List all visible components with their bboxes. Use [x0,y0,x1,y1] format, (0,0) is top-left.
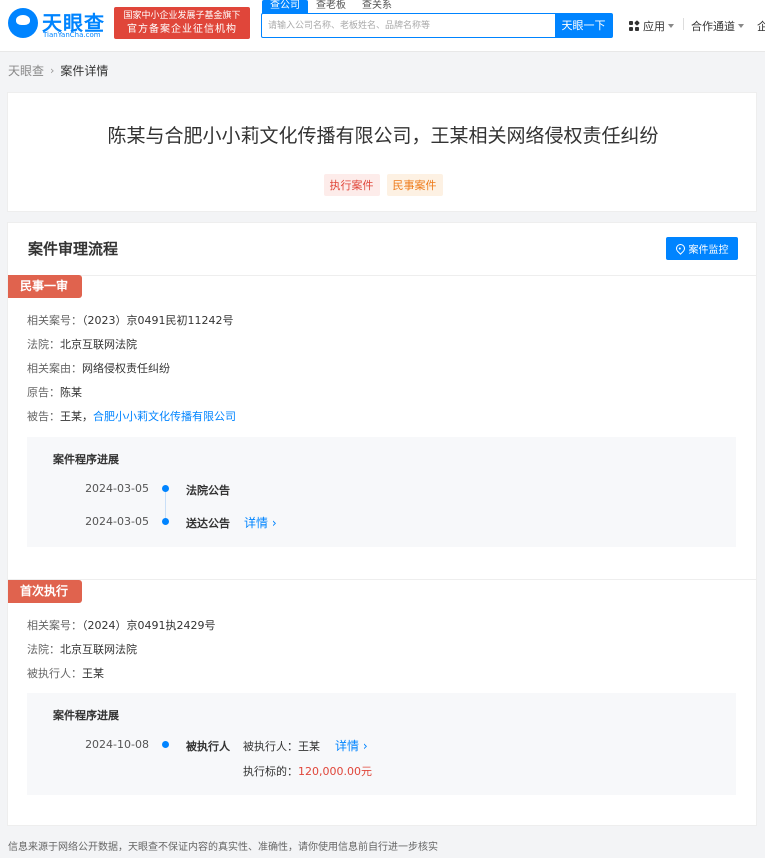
nav-enterprise-menu[interactable]: 企 [757,18,765,34]
timeline-dot [162,518,169,525]
field-plaintiff: 原告：陈某 [27,386,82,399]
progress-title: 案件程序进展 [53,453,119,466]
breadcrumb: 天眼查 › 案件详情 [8,62,108,79]
breadcrumb-home[interactable]: 天眼查 [8,62,44,79]
chevron-down-icon [738,24,744,28]
monitor-button-label: 案件监控 [688,245,729,256]
case-process-card: 案件审理流程 案件监控 民事一审 相关案号：（2023）京0491民初11242… [7,222,757,826]
stage-tag-civil-first: 民事一审 [8,275,83,298]
section-divider [8,275,756,276]
nav-cooperation-menu[interactable]: 合作通道 [691,18,744,34]
field-case-number: 相关案号：（2023）京0491民初11242号 [27,314,234,327]
case-monitor-button[interactable]: 案件监控 [666,237,738,260]
event-date: 2024-03-05 [85,482,149,495]
section-title: 案件审理流程 [28,240,119,258]
search-button[interactable]: 天眼一下 [555,14,612,37]
field-court: 法院：北京互联网法院 [27,338,137,351]
nav-apps-menu[interactable]: 应用 [629,18,674,34]
stage-tag-first-execution: 首次执行 [8,580,83,603]
footer-disclaimer: 信息来源于网络公开数据，天眼查不保证内容的真实性、准确性，请你使用信息前自行进一… [8,842,438,853]
stage-divider [8,579,756,580]
top-header: 天眼查 TianYanCha.com 国家中小企业发展子基金旗下 官方备案企业征… [0,0,765,52]
field-case-number: 相关案号：（2024）京0491执2429号 [27,619,216,632]
timeline-dot [162,485,169,492]
event-detail-link[interactable]: 详情 › [335,737,368,754]
tab-search-relation[interactable]: 查关系 [354,0,400,14]
search-input[interactable] [262,14,554,37]
field-court: 法院：北京互联网法院 [27,643,137,656]
event-amount: 执行标的：120,000.00元 [243,765,372,778]
progress-box-civil: 案件程序进展 2024-03-05 法院公告 2024-03-05 送达公告 详… [27,437,736,547]
tag-civil-case: 民事案件 [386,174,443,196]
nav-divider [683,18,684,30]
badge-line-2: 官方备案企业征信机构 [127,24,237,35]
defendant-company-link[interactable]: 合肥小小莉文化传播有限公司 [93,410,236,423]
timeline-line [165,489,166,521]
location-pin-icon [673,242,687,255]
event-date: 2024-10-08 [85,738,149,751]
badge-line-1: 国家中小企业发展子基金旗下 [123,11,241,21]
progress-title: 案件程序进展 [53,709,119,722]
official-badge: 国家中小企业发展子基金旗下 官方备案企业征信机构 [114,7,250,39]
page-title: 陈某与合肥小小莉文化传播有限公司，王某相关网络侵权责任纠纷 [107,125,659,147]
tag-execution-case: 执行案件 [323,174,380,196]
field-executed-person: 被执行人：王某 [27,667,104,680]
apps-grid-icon [629,20,640,31]
event-name: 送达公告 [186,517,230,530]
field-defendant: 被告：王某，合肥小小莉文化传播有限公司 [27,410,236,423]
field-cause: 相关案由：网络侵权责任纠纷 [27,362,170,375]
chevron-right-icon: › [50,64,55,77]
event-executed-info: 被执行人：王某 [243,740,320,753]
case-tags: 执行案件 民事案件 [8,174,758,196]
tab-search-boss[interactable]: 查老板 [308,0,354,14]
logo-eye-icon [8,8,38,38]
search-tabs: 查公司 查老板 查关系 [262,0,400,14]
tianyancha-logo[interactable]: 天眼查 TianYanCha.com [8,6,108,42]
chevron-right-icon: › [359,739,368,753]
progress-box-execution: 案件程序进展 2024-10-08 被执行人 被执行人：王某 详情 › 执行标的… [27,693,736,795]
event-date: 2024-03-05 [85,515,149,528]
case-title-card: 陈某与合肥小小莉文化传播有限公司，王某相关网络侵权责任纠纷 执行案件 民事案件 [7,92,757,212]
nav-apps-label: 应用 [643,20,665,33]
event-detail-link[interactable]: 详情 › [244,514,277,531]
timeline-dot [162,741,169,748]
event-name: 法院公告 [186,484,230,497]
chevron-right-icon: › [268,516,277,530]
chevron-down-icon [668,24,674,28]
breadcrumb-current: 案件详情 [60,64,109,78]
execution-amount: 120,000.00元 [298,765,372,778]
search-box: 天眼一下 [261,13,613,38]
tab-search-company[interactable]: 查公司 [262,0,308,14]
logo-subtitle: TianYanCha.com [43,31,101,39]
event-name: 被执行人 [186,740,230,753]
nav-coop-label: 合作通道 [691,20,735,33]
